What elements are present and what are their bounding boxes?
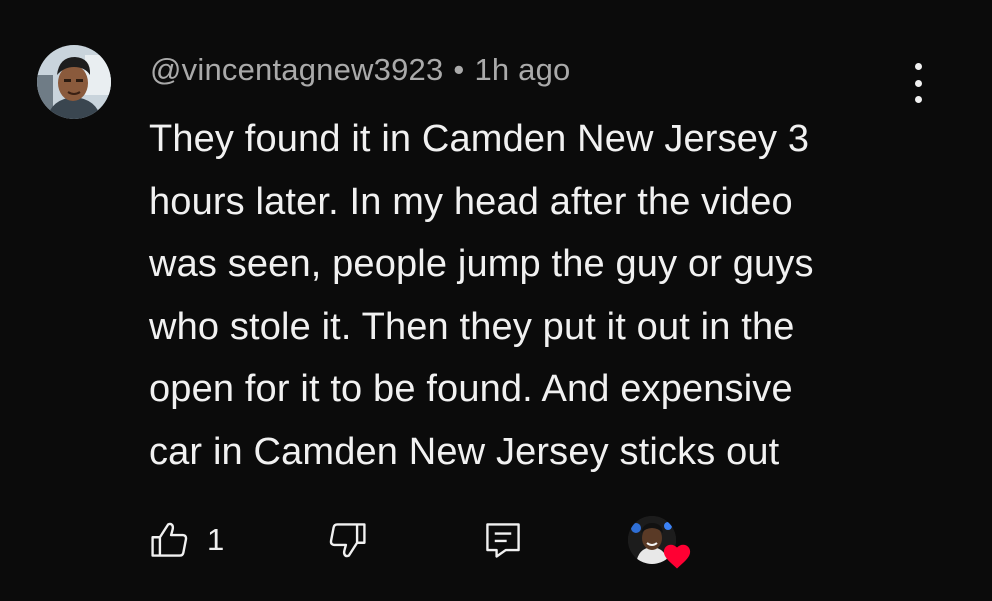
comment-action-bar: 1 xyxy=(0,510,992,580)
comment-line: They found it in Camden New Jersey 3 xyxy=(149,118,810,160)
reply-icon xyxy=(486,523,520,558)
more-vertical-icon xyxy=(914,63,922,70)
reply-button[interactable] xyxy=(481,510,525,570)
comment-header: @vincentagnew3923 • 1h ago xyxy=(150,52,571,88)
comment-line: car in Camden New Jersey sticks out xyxy=(149,430,780,473)
thumbs-up-icon xyxy=(151,522,188,557)
comment-timestamp[interactable]: 1h ago xyxy=(474,52,570,87)
header-separator: • xyxy=(453,52,465,87)
comment-line: hours later. In my head after the video xyxy=(149,180,793,223)
comment-line: who stole it. Then they put it out in th… xyxy=(149,305,795,348)
more-vertical-icon-dot xyxy=(914,96,922,103)
like-count: 1 xyxy=(207,522,225,557)
thumbs-down-icon xyxy=(329,523,366,558)
creator-heart-badge[interactable] xyxy=(628,516,694,582)
author-avatar[interactable] xyxy=(37,45,111,119)
dislike-button[interactable] xyxy=(325,510,369,570)
comment-line: open for it to be found. And expensive xyxy=(149,368,793,410)
author-avatar-image xyxy=(37,45,111,119)
more-options-button[interactable] xyxy=(898,60,938,106)
more-vertical-icon-dot xyxy=(914,79,922,87)
heart-icon xyxy=(663,544,691,569)
comment-text: They found it in Camden New Jersey 3 hou… xyxy=(149,108,909,483)
comment-line: was seen, people jump the guy or guys xyxy=(149,243,814,285)
like-button[interactable]: 1 xyxy=(148,510,224,570)
author-handle[interactable]: @vincentagnew3923 xyxy=(150,52,443,87)
